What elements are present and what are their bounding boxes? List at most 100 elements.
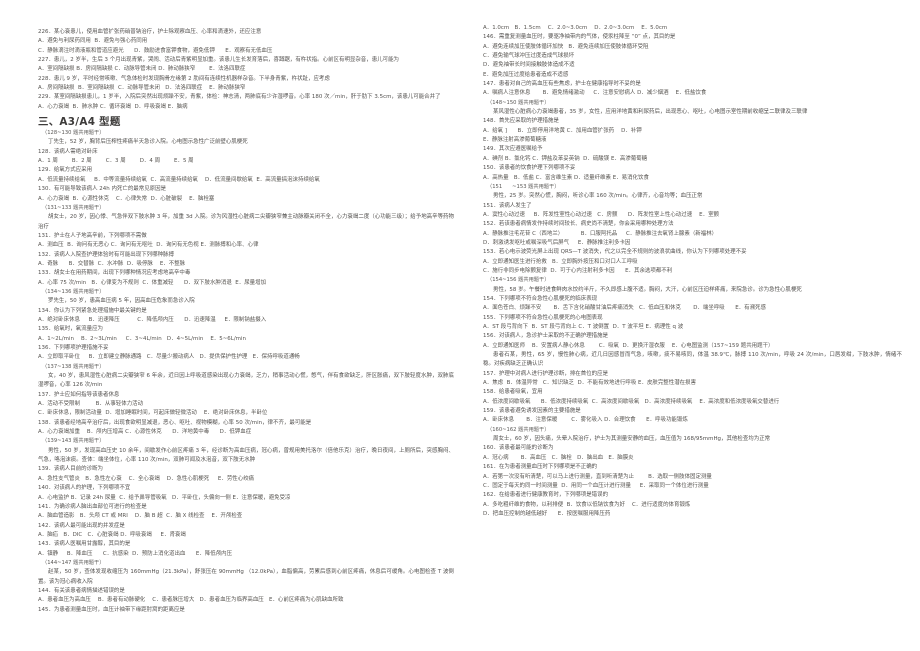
case-stem: 男性，58 岁。午餐时进食鲜肉水饺约半斤，不久即感上腹不适。胸闷，大汗，心前区压… xyxy=(493,286,802,293)
question-line: 139．该病人目前的诊断为 xyxy=(38,466,104,473)
option-line: A．心力衰竭 B．心源性休克 C．心律失常 D．心脏破裂 E．脑栓塞 xyxy=(38,195,215,202)
question-line: 227．患儿，2 岁半，生后 3 个月出现青紫，哭闹、活动后青紫明显加重。该患儿… xyxy=(38,57,400,64)
option-line: D．刺激诱发呕吐或嘱深吸气后屏气 E．静脉推注利多卡因 xyxy=(483,239,631,246)
right-column-content: A．1.0cm B．1.5cm C．2.0~3.0cm D．2.0~3.0cm … xyxy=(483,24,902,519)
case-stem: 男性，25 岁。突然心慌，胸闷，听诊心率 160 次/min。心律齐，心音均等；… xyxy=(493,193,703,200)
option-line: A．立即通知医师 B．安置病人静心休息 C．吸氧 D．更换汗湿衣服 E．心电图监… xyxy=(483,342,774,349)
case-stem: 男性，50 岁，发现高血压史 10 余年，间歇发作心前区疼痛 3 年，经诊断为高… xyxy=(38,447,454,464)
option-line: A．卧床休息 B．注意保暖 C．雾化吸入 D．合理饮食 E．呼吸功能锻炼 xyxy=(483,417,688,424)
option-line: A．冠心病 B．高血压 C．脑栓 D．脑出血 E．脑膜炎 xyxy=(483,454,634,461)
question-line: 134．你认为下列紧急处理措施中最关键的是 xyxy=(38,307,147,314)
question-group-label: （154~156 题共用题干） xyxy=(487,277,550,284)
question-line: 158．给患者吸氧，宜用 xyxy=(483,389,543,396)
question-line: 160．该患者最可能的诊断为 xyxy=(483,445,554,452)
case-stem: 女，40 岁，患风湿性心脏病二尖瓣狭窄 6 年余，近日因上呼吸道感染出现心力衰竭… xyxy=(38,373,454,389)
question-line: 148．首先应采取的护理措施是 xyxy=(483,118,559,125)
option-line: D．把血压控制的越低越好 E．按医嘱服用降压药 xyxy=(483,510,611,517)
option-line: C．施行非同步电除颤复律 D．可于心内注射利多卡因 E．其余选项都不利 xyxy=(483,267,673,274)
option-line: A．急性支气管炎 B．急性左心衰 C．全心衰竭 D．急性心肌梗死 E．劳性心绞痛 xyxy=(38,475,255,482)
question-line: 131．护士在人子地高辛前，下列哪项不需做 xyxy=(38,232,147,239)
question-line: 141．为确诊病人脑出血部位可进行的检查是 xyxy=(38,503,147,510)
option-line: A．镇静 B．降血压 C．抗感染 D．预防上消化道出血 E．降低颅内压 xyxy=(38,550,233,557)
option-line: A．立即取平卧位 B．立即建立静脉通路 C．尽量少搬动病人 D．提供保护性护理 … xyxy=(38,354,300,361)
option-line: A．1~2L/min B．2~3L/min C．3~4L/min D．4~5L/… xyxy=(38,335,246,342)
case-stem: 胡女士，20 岁，因心悸、气急伴双下肢水肿 3 年，加重 3d 入院。诊为风湿性… xyxy=(38,214,454,230)
question-line: 229．某室间隔缺损患儿，1 岁半，入院后突然出现烦躁不安，青紫，体检：神志清，… xyxy=(38,94,441,101)
question-line: 162．在给患者进行健康教育时，下列哪项是错误的 xyxy=(483,492,609,499)
option-line: D．避免袖带长时间接触肢体造成不适 xyxy=(483,62,575,69)
question-line: 138．该患者经地高辛治疗后，出现食欲明显减退，恶心、呕吐、视物模糊，心率 50… xyxy=(38,419,312,426)
question-line: 157．护理中对病人进行护理诊断，排在首位的应是 xyxy=(483,370,609,377)
question-line: 133．胡女士在用药期间，出现下列哪种情况应考虑地高辛中毒 xyxy=(38,270,191,277)
question-line: 128．该病人需绝对卧床 xyxy=(38,148,98,155)
option-line: A．患者血压为高血压 B．患者有动脉硬化 C．患者脉压增大 D．患者血压为临界高… xyxy=(38,597,344,604)
section-heading: 三、A3/A4 型题 xyxy=(38,115,121,128)
question-group-label: （137~138 题共用题干） xyxy=(42,363,105,370)
option-line: C．固定于每天的同一时间测量 D．用同一个血压计进行测量 E．采取同一个体位进行… xyxy=(483,482,709,489)
question-line: 152．若该患者病情发作持续时间较长、病史尚不清楚，你会采用哪种处理方法 xyxy=(483,221,674,228)
option-line: A．房间隔缺损 B．室间隔缺损 C．动脉导管未闭 D．法洛四联症 E．肺动脉狭窄 xyxy=(38,85,246,92)
option-line: A．焦虑 B．体温异常 C．知识缺乏 D．不能有效地进行呼吸 E．皮肤完整性潜在… xyxy=(483,380,697,387)
question-group-label: （128~130 题共用题干） xyxy=(42,130,105,137)
option-line: A．低浓度间歇吸氧 B．低浓度持续吸氧 C．高浓度间歇吸氧 D．高浓度持续吸氧 … xyxy=(483,398,780,405)
question-line: 140．对该病人的护理，下列哪项不宜 xyxy=(38,485,131,492)
option-line: A．窦性心动过速 B．阵发性室性心动过速 C．房颤 D．阵发性室上性心动过速 E… xyxy=(483,211,719,218)
question-line: 161．在为患者测量血压时下列哪项是不正确的 xyxy=(483,464,598,471)
left-column: 226．某心衰患儿，使用血管扩张药硝普钠治疗，护士除观察血压、心率和滴速外，还应… xyxy=(14,24,460,651)
question-line: 142．该病人最可能出现的并发症是 xyxy=(38,522,125,529)
question-group-label: （134~136 题共用题干） xyxy=(42,288,105,295)
question-line: 159．该患者避免诱发因素的主要措施是 xyxy=(483,408,581,415)
question-line: 145．为患者测量血压时，血压计袖带下缘距肘窝的距离应是 xyxy=(38,606,185,613)
question-line: 153．若心电示波荧光屏上出现 QRS—T 波消失，代之以完全不规则的波浪状曲线… xyxy=(483,249,747,256)
option-line: A．心力衰竭 B．肺水肿 C．循环衰竭 D．呼吸衰竭 E．脑病 xyxy=(38,103,188,110)
option-line: A．绝对卧床休息 B．迅速降压 C．降低颅内压 D．迅速降温 E．限制钠盐摄入 xyxy=(38,316,267,323)
question-line: 155．下列哪项不符合急性心肌梗死的心电图表现 xyxy=(483,314,603,321)
question-line: 226．某心衰患儿，使用血管扩张药硝普钠治疗，护士除观察血压、心率和滴速外，还应… xyxy=(38,29,262,35)
option-line: C．静脉滴注时滴液瓶和管道应避光 D．鼓励进食富钾食物，避免低钾 E．观察有无低… xyxy=(38,47,273,54)
option-line: A．奇脉 B．交替脉 C．水冲脉 D．吸停脉 E．不整脉 xyxy=(38,260,186,267)
question-line: 146．需重复测量血压时，要驱净袖带内的气体，使汞柱降至 “0” 点，其目的是 xyxy=(483,34,676,41)
question-group-label: （144~147 题共用题干） xyxy=(42,559,105,566)
option-line: E．避免加压过度给患者造成不适感 xyxy=(483,71,569,78)
option-line: A．室间隔缺损 B．房间隔缺损 C．动脉导管未闭 D．肺动脉狭窄 E．法洛四联症 xyxy=(38,66,246,73)
case-stem: 某风湿性心脏病心力衰竭患者，35 岁，女性，应用洋地黄和利尿药后，出现恶心、呕吐… xyxy=(493,109,808,116)
case-stem: 周女士，60 岁，因头痛，头晕入院治疗，护士为其测量安静的血压，血压值为 168… xyxy=(493,436,771,443)
option-line: E．静脉注射高渗葡萄糖液 xyxy=(483,137,547,144)
question-line: 228．患儿 9 岁，平时经常咳嗽、气急体检时发现胸骨左缘第 2 肋间有连续性机… xyxy=(38,75,330,82)
option-line: A．面色苍白、烦躁不安 B．舌下含化硝酸甘油后疼痛消失 C．低血压和休克 D．端… xyxy=(483,305,766,312)
option-line: A．立即通知医生进行抢救 B．立即胸外按压和口对口人工呼吸 xyxy=(483,258,638,265)
question-group-label: （151 ~153 题共用题干） xyxy=(487,183,560,190)
left-column-content: 226．某心衰患儿，使用血管扩张药硝普钠治疗，护士除观察血压、心率和滴速外，还应… xyxy=(38,28,454,615)
option-line: A．多吃粗纤维的食物，以利排便 B．饮食以低钠饮食为好 C．进行适度的体育锻炼 xyxy=(483,501,691,508)
question-line: 136．下列哪项护理措施不妥 xyxy=(38,345,109,351)
question-group-label: （139~143 题共用题干） xyxy=(42,438,105,445)
option-line: A．脑血管造影 B．头颅 CT 或 MRI D．脑 B 超 C．脑 X 线检查 … xyxy=(38,513,243,520)
option-line: A．ST 段弓背向下 B．ST 段弓背向上 C．T 波倒置 D．T 波平坦 E．… xyxy=(483,324,684,330)
option-line: A．高热量 B．低盐 C．富含维生素 D．适量纤维素 E．易消化饮食 xyxy=(483,174,649,181)
question-group-label: （148~150 题共用题干） xyxy=(487,99,550,106)
question-line: 150．该患者的饮食护理下列哪项不妥 xyxy=(483,165,576,172)
question-line: 144．有关该患者病情描述错误的是 xyxy=(38,587,125,594)
question-line: 129．给氧方式应采用 xyxy=(38,167,93,174)
question-line: 151．该病人发生了 xyxy=(483,202,532,209)
question-line: 132．该病人入院查护理体验时有可能出现下列哪种脉搏 xyxy=(38,251,174,258)
option-line: A．给氧 ] B．立即停用洋地黄 C．加用血管扩张药 D．补钾 xyxy=(483,127,642,134)
question-line: 143．该病人医嘱用甘露醇，其目的是 xyxy=(38,541,131,548)
question-line: 149．其次应遵医嘱给予 xyxy=(483,146,543,153)
question-line: 130．有可能导致该病人 24h 内死亡的最常见原因是 xyxy=(38,186,167,193)
right-column: A．1.0cm B．1.5cm C．2.0~3.0cm D．2.0~3.0cm … xyxy=(460,24,906,651)
case-stem: 丁先生，52 岁，胸背后压榨性疼痛半天急诊入院。心电图示急性广泛前壁心肌梗死 xyxy=(48,139,248,146)
exam-page: 226．某心衰患儿，使用血管扩张药硝普钠治疗，护士除观察血压、心率和滴速外，还应… xyxy=(0,0,920,651)
option-line: A．心力衰竭加重 B．颅内压增高 C．心源性休克 D．洋地黄中毒 D．低钾血症 xyxy=(38,429,252,436)
option-line: A．静脉推注毛花苷 C（西地兰） B．口服阿托品 C．静脉推注去氧肾上腺素（新福… xyxy=(483,230,718,237)
question-group-label: （160~162 题共用题干） xyxy=(487,426,550,433)
option-line: A．避免与利尿药同用 B．避免与强心药同用 xyxy=(38,38,148,45)
question-group-label: （131~133 题共用题干） xyxy=(42,204,105,211)
question-line: 137．护士应如何指导该患者休息 xyxy=(38,391,120,398)
option-line: A．1 周 B．2 周 C．3 周 D．4 周 E．5 周 xyxy=(38,158,194,165)
option-line: A．脑疝 B．DIC C．心脏衰竭 D．呼吸衰竭 E．肾衰竭 xyxy=(38,531,186,538)
option-line: C．避免输气球冲压过度造成气球损坏 xyxy=(483,53,575,60)
option-line: A．若第一次没有听清楚，可以马上进行测量，直到听清楚为止 B．选取一侧肢体固定测… xyxy=(483,473,712,480)
case-stem: 赵某，50 岁，查体发现收缩压为 160mmHg（21.3kPa），舒张压在 9… xyxy=(38,569,454,585)
case-stem: 罗先生，50 岁，患高血压病 5 年，因高血压危象而急诊入院 xyxy=(48,298,195,305)
